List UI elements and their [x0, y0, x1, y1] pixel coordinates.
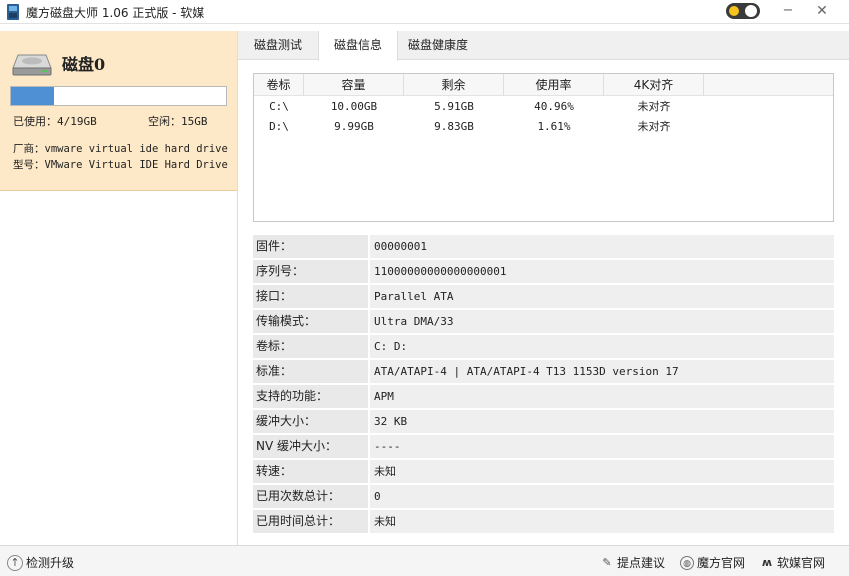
info-row-features: 支持的功能： APM — [253, 385, 834, 410]
check-update-label: 检测升级 — [26, 555, 75, 570]
ruanmei-logo-icon: ʍ — [761, 555, 773, 569]
info-value: Parallel ATA — [370, 285, 834, 308]
status-bar: ↑ 检测升级 ✎ 提点建议 ◍ 魔方官网 ʍ 软媒官网 — [0, 545, 849, 576]
info-row-nv-buffer-size: NV 缓冲大小： ---- — [253, 435, 834, 460]
info-value: ATA/ATAPI-4 | ATA/ATAPI-4 T13 1153D vers… — [370, 360, 834, 383]
disk-info-list: 固件： 00000001 序列号： 11000000000000000001 接… — [253, 235, 834, 535]
cell-remaining: 9.83GB — [434, 120, 474, 133]
column-header-capacity[interactable]: 容量 — [304, 74, 404, 96]
free-space-label: 空闲：15GB — [148, 115, 208, 128]
cell-4k-align: 未对齐 — [637, 100, 671, 113]
info-label: 传输模式： — [253, 310, 368, 333]
disk-usage-fill — [11, 87, 54, 105]
info-label: 缓冲大小： — [253, 410, 368, 433]
tab-disk-test[interactable]: 磁盘测试 — [238, 31, 318, 60]
info-row-rotation-speed: 转速： 未知 — [253, 460, 834, 485]
info-value: 未知 — [370, 460, 834, 483]
info-label: 序列号： — [253, 260, 368, 283]
tab-disk-health[interactable]: 磁盘健康度 — [398, 31, 478, 60]
cell-remaining: 5.91GB — [434, 100, 474, 113]
column-header-remaining[interactable]: 剩余 — [404, 74, 504, 96]
partition-table: 卷标 容量 剩余 使用率 4K对齐 C:\ 10.00GB 5.91GB 40.… — [253, 73, 834, 222]
info-label: 卷标： — [253, 335, 368, 358]
info-value: 0 — [370, 485, 834, 508]
cell-4k-align: 未对齐 — [637, 120, 671, 133]
info-label: 已用时间总计： — [253, 510, 368, 533]
disk-name: 磁盘0 — [62, 55, 106, 74]
model-label: 型号：VMware Virtual IDE Hard Drive — [13, 159, 228, 171]
toggle-knob — [745, 5, 757, 17]
skin-toggle-switch[interactable] — [726, 3, 760, 19]
disk-list-panel: 磁盘0 已使用：4/19GB 空闲：15GB 厂商：vmware virtual… — [0, 31, 238, 545]
title-bar: 魔方磁盘大师 1.06 正式版 - 软媒 − ✕ — [0, 0, 849, 24]
info-label: 转速： — [253, 460, 368, 483]
info-label: 支持的功能： — [253, 385, 368, 408]
info-label: 固件： — [253, 235, 368, 258]
info-label: 接口： — [253, 285, 368, 308]
cell-volume: C:\ — [269, 100, 289, 113]
disk-usage-bar — [10, 86, 227, 106]
vendor-label: 厂商：vmware virtual ide hard drive — [13, 143, 228, 155]
cell-capacity: 9.99GB — [334, 120, 374, 133]
feedback-link[interactable]: ✎ 提点建议 — [600, 553, 665, 571]
info-value: 未知 — [370, 510, 834, 533]
column-header-usage[interactable]: 使用率 — [504, 74, 604, 96]
pen-icon: ✎ — [602, 555, 612, 569]
info-row-firmware: 固件： 00000001 — [253, 235, 834, 260]
partition-table-header: 卷标 容量 剩余 使用率 4K对齐 — [254, 74, 833, 96]
mofang-site-link[interactable]: ◍ 魔方官网 — [680, 553, 745, 571]
info-row-standard: 标准： ATA/ATAPI-4 | ATA/ATAPI-4 T13 1153D … — [253, 360, 834, 385]
info-row-transfer-mode: 传输模式： Ultra DMA/33 — [253, 310, 834, 335]
close-button[interactable]: ✕ — [812, 2, 832, 20]
info-label: 标准： — [253, 360, 368, 383]
app-logo-icon — [7, 4, 19, 20]
info-value: 11000000000000000001 — [370, 260, 834, 283]
info-value: 00000001 — [370, 235, 834, 258]
info-row-buffer-size: 缓冲大小： 32 KB — [253, 410, 834, 435]
hard-drive-icon — [12, 54, 52, 76]
info-row-power-on-time: 已用时间总计： 未知 — [253, 510, 834, 535]
info-row-power-on-count: 已用次数总计： 0 — [253, 485, 834, 510]
info-value: 32 KB — [370, 410, 834, 433]
cell-usage: 1.61% — [537, 120, 571, 133]
info-row-volumes: 卷标： C: D: — [253, 335, 834, 360]
check-update-button[interactable]: ↑ 检测升级 — [7, 553, 74, 571]
info-label: NV 缓冲大小： — [253, 435, 368, 458]
tab-bar: 磁盘测试 磁盘信息 磁盘健康度 — [238, 31, 849, 61]
info-value: C: D: — [370, 335, 834, 358]
cell-capacity: 10.00GB — [330, 100, 378, 113]
info-row-serial: 序列号： 11000000000000000001 — [253, 260, 834, 285]
info-row-interface: 接口： Parallel ATA — [253, 285, 834, 310]
arrow-up-icon: ↑ — [7, 554, 23, 571]
window-title: 魔方磁盘大师 1.06 正式版 - 软媒 — [26, 6, 205, 20]
table-row[interactable]: C:\ 10.00GB 5.91GB 40.96% 未对齐 — [254, 97, 833, 117]
ruanmei-site-label: 软媒官网 — [777, 555, 826, 570]
cell-volume: D:\ — [269, 120, 289, 133]
used-space-label: 已使用：4/19GB — [13, 115, 97, 128]
info-value: ---- — [370, 435, 834, 458]
info-value: Ultra DMA/33 — [370, 310, 834, 333]
column-header-volume[interactable]: 卷标 — [254, 74, 304, 96]
column-header-4k-align[interactable]: 4K对齐 — [604, 74, 704, 96]
disk-card[interactable]: 磁盘0 已使用：4/19GB 空闲：15GB 厂商：vmware virtual… — [0, 31, 237, 191]
mofang-site-label: 魔方官网 — [697, 555, 746, 570]
info-label: 已用次数总计： — [253, 485, 368, 508]
info-value: APM — [370, 385, 834, 408]
sun-icon — [729, 6, 739, 16]
tab-disk-info[interactable]: 磁盘信息 — [318, 31, 398, 61]
cell-usage: 40.96% — [534, 100, 574, 113]
ruanmei-site-link[interactable]: ʍ 软媒官网 — [760, 553, 825, 571]
globe-icon: ◍ — [680, 555, 694, 570]
feedback-label: 提点建议 — [617, 555, 666, 570]
minimize-button[interactable]: − — [778, 2, 798, 20]
table-row[interactable]: D:\ 9.99GB 9.83GB 1.61% 未对齐 — [254, 117, 833, 137]
